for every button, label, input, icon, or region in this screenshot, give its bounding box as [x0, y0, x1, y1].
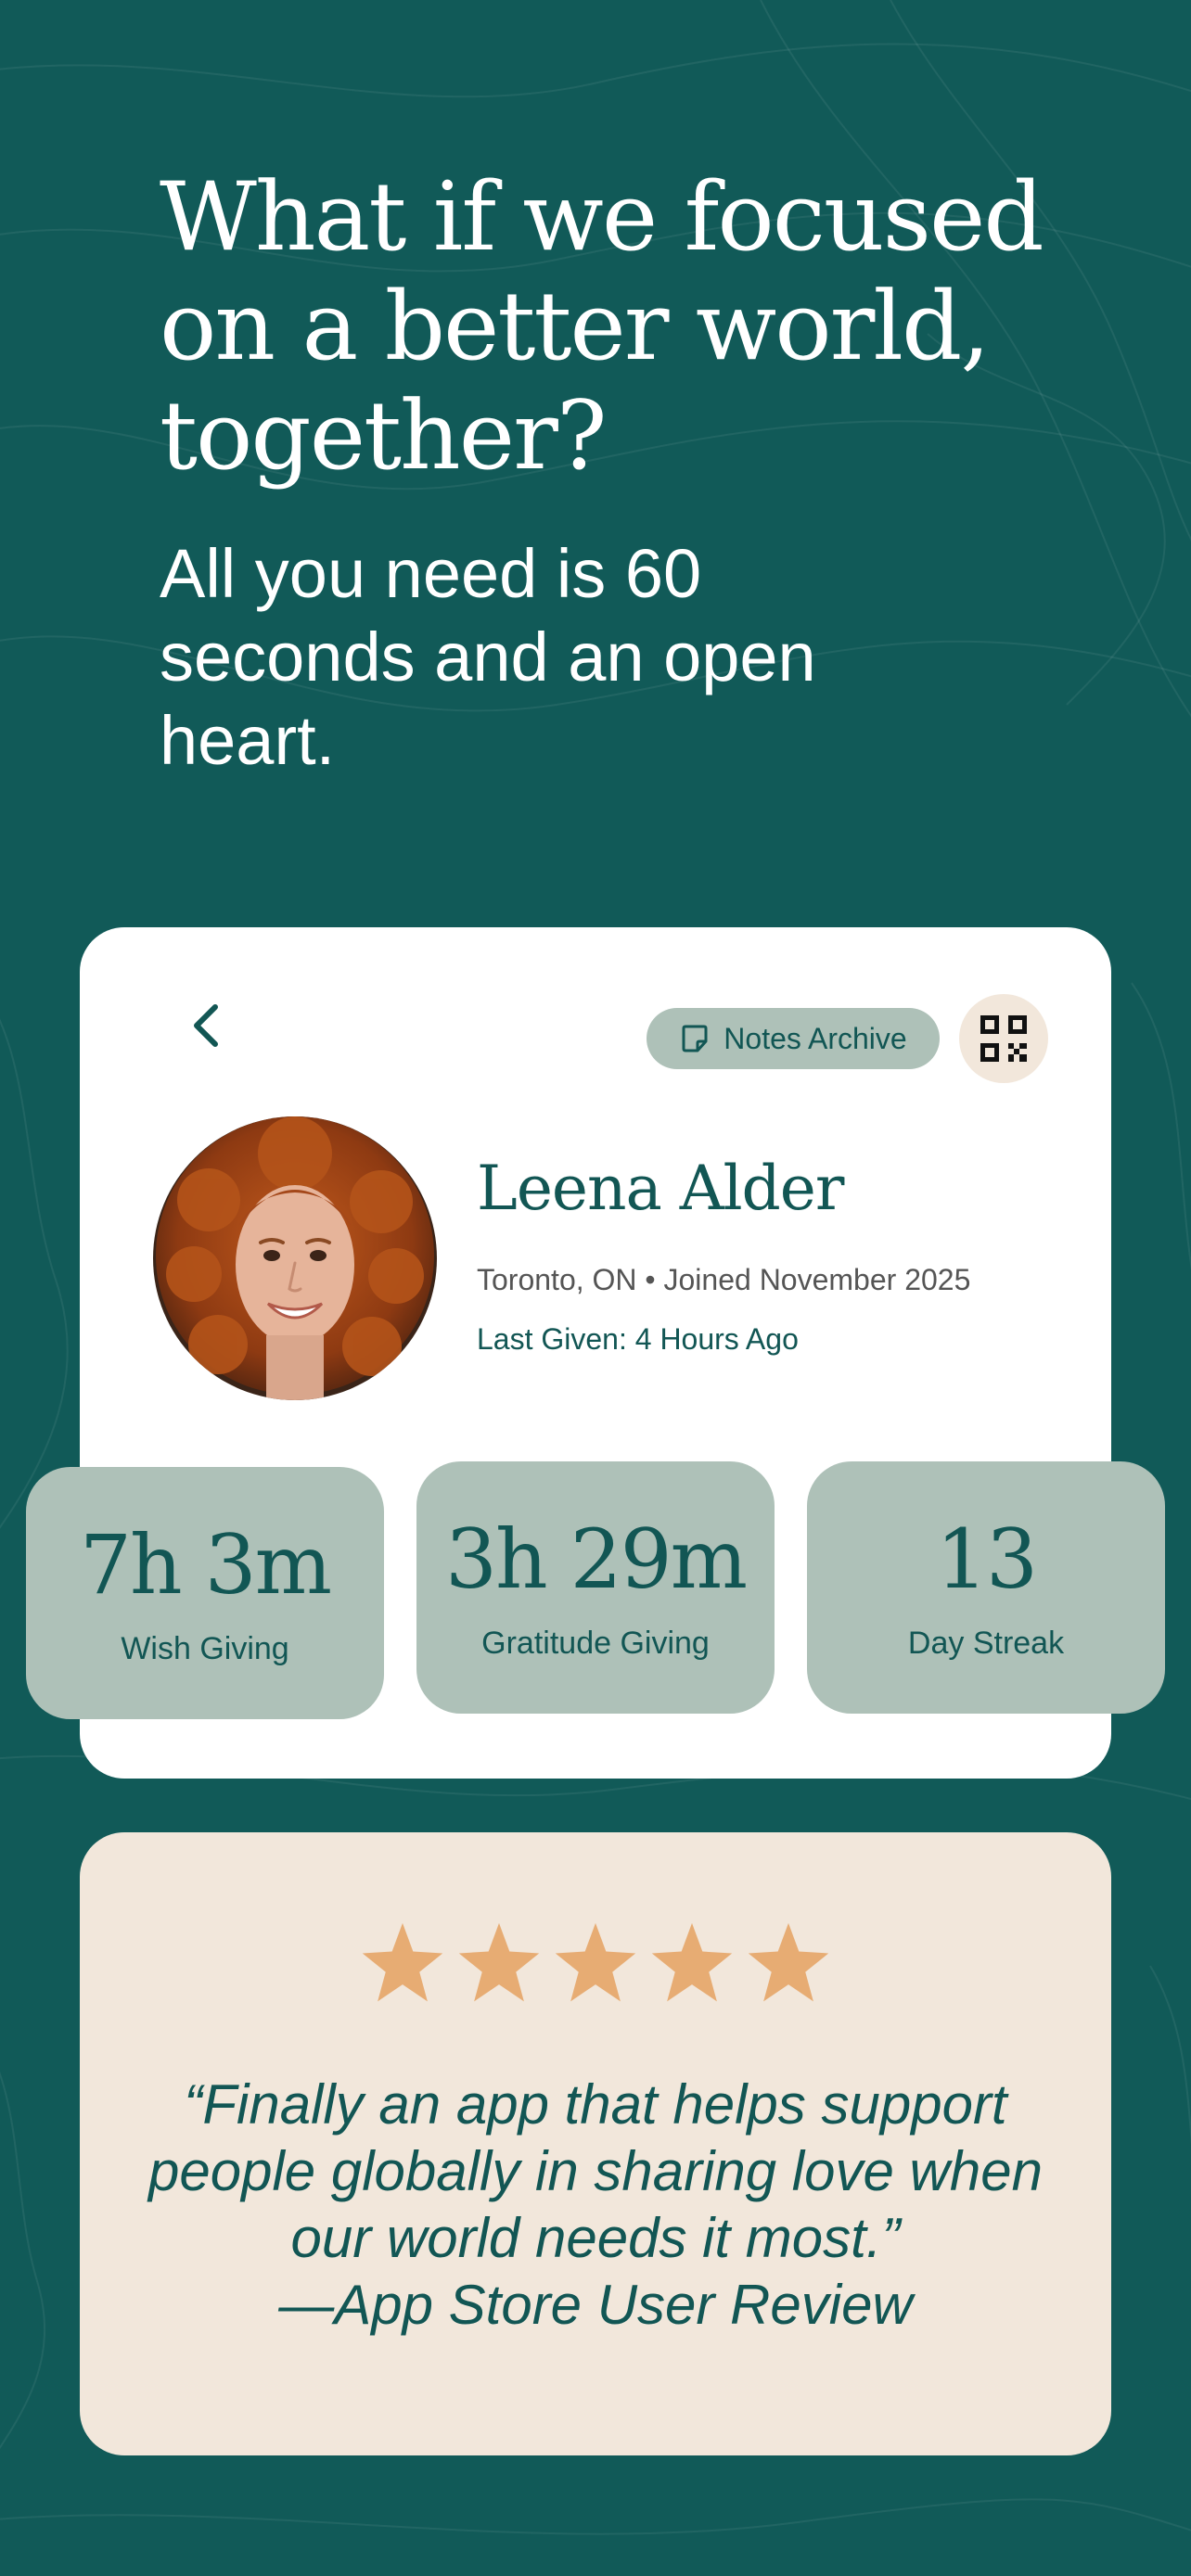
review-quote-text: “Finally an app that helps support peopl…: [148, 2073, 1043, 2269]
star-icon: [748, 1922, 829, 2002]
stat-label: Wish Giving: [121, 1631, 289, 1666]
stat-label: Gratitude Giving: [481, 1626, 710, 1661]
headline: What if we focused on a better world, to…: [160, 162, 1044, 491]
avatar: [153, 1116, 437, 1400]
back-button[interactable]: [169, 988, 243, 1063]
star-icon: [555, 1922, 636, 2002]
stat-value: 7h 3m: [79, 1517, 332, 1613]
review-quote: “Finally an app that helps support peopl…: [117, 2072, 1074, 2339]
star-icon: [651, 1922, 733, 2002]
notes-archive-label: Notes Archive: [724, 1021, 907, 1055]
chevron-left-icon: [194, 1004, 218, 1047]
stat-value: 13: [936, 1511, 1038, 1607]
star-icon: [458, 1922, 540, 2002]
stat-label: Day Streak: [907, 1626, 1065, 1661]
stat-tile-gratitude-giving: 3h 29m Gratitude Giving: [416, 1461, 775, 1714]
review-card: “Finally an app that helps support peopl…: [80, 1832, 1111, 2455]
stat-value: 3h 29m: [444, 1511, 748, 1607]
profile-name: Leena Alder: [477, 1153, 844, 1224]
star-rating: [80, 1919, 1111, 2009]
qr-code-button[interactable]: [959, 994, 1048, 1083]
profile-last-given: Last Given: 4 Hours Ago: [477, 1322, 799, 1356]
avatar-portrait: [153, 1116, 437, 1400]
review-attribution: —App Store User Review: [278, 2274, 913, 2336]
subheadline: All you need is 60 seconds and an open h…: [160, 535, 816, 779]
star-icon: [362, 1922, 443, 2002]
notes-archive-button[interactable]: Notes Archive: [647, 1008, 940, 1069]
profile-location-joined: Toronto, ON • Joined November 2025: [477, 1263, 971, 1296]
note-icon: [682, 1025, 708, 1052]
stat-tile-wish-giving: 7h 3m Wish Giving: [26, 1467, 384, 1719]
stat-tile-day-streak: 13 Day Streak: [807, 1461, 1165, 1714]
qr-code-icon: [980, 1015, 1027, 1062]
